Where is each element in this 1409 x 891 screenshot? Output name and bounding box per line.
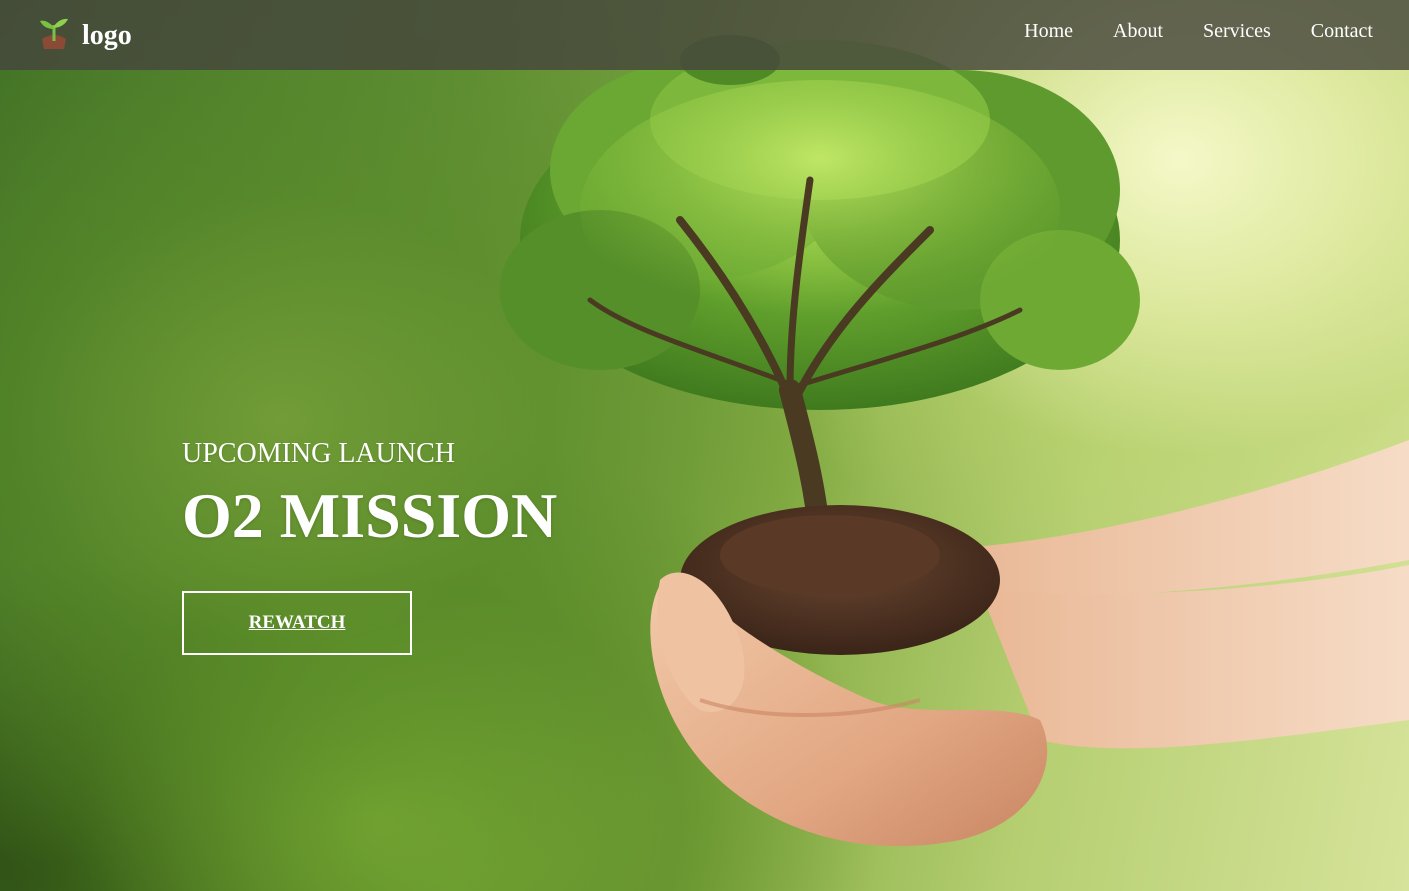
hero-subtitle: UPCOMING LAUNCH bbox=[182, 438, 456, 469]
sprout-icon bbox=[40, 18, 68, 49]
logo[interactable]: logo bbox=[38, 14, 132, 54]
hero-title: O2 MISSION bbox=[182, 480, 558, 551]
nav-about[interactable]: About bbox=[1113, 20, 1163, 43]
nav-services[interactable]: Services bbox=[1203, 20, 1271, 43]
nav-contact[interactable]: Contact bbox=[1311, 20, 1373, 43]
rewatch-button[interactable]: REWATCH bbox=[182, 591, 412, 655]
hero-text: UPCOMING LAUNCH O2 MISSION bbox=[182, 440, 557, 548]
nav-home[interactable]: Home bbox=[1024, 20, 1073, 43]
top-navbar: logo Home About Services Contact bbox=[0, 0, 1409, 70]
landing-page: logo Home About Services Contact UPCOMIN… bbox=[0, 0, 1409, 891]
tree-canopy bbox=[500, 35, 1140, 410]
main-nav: Home About Services Contact bbox=[984, 0, 1373, 62]
logo-text: logo bbox=[82, 20, 132, 51]
